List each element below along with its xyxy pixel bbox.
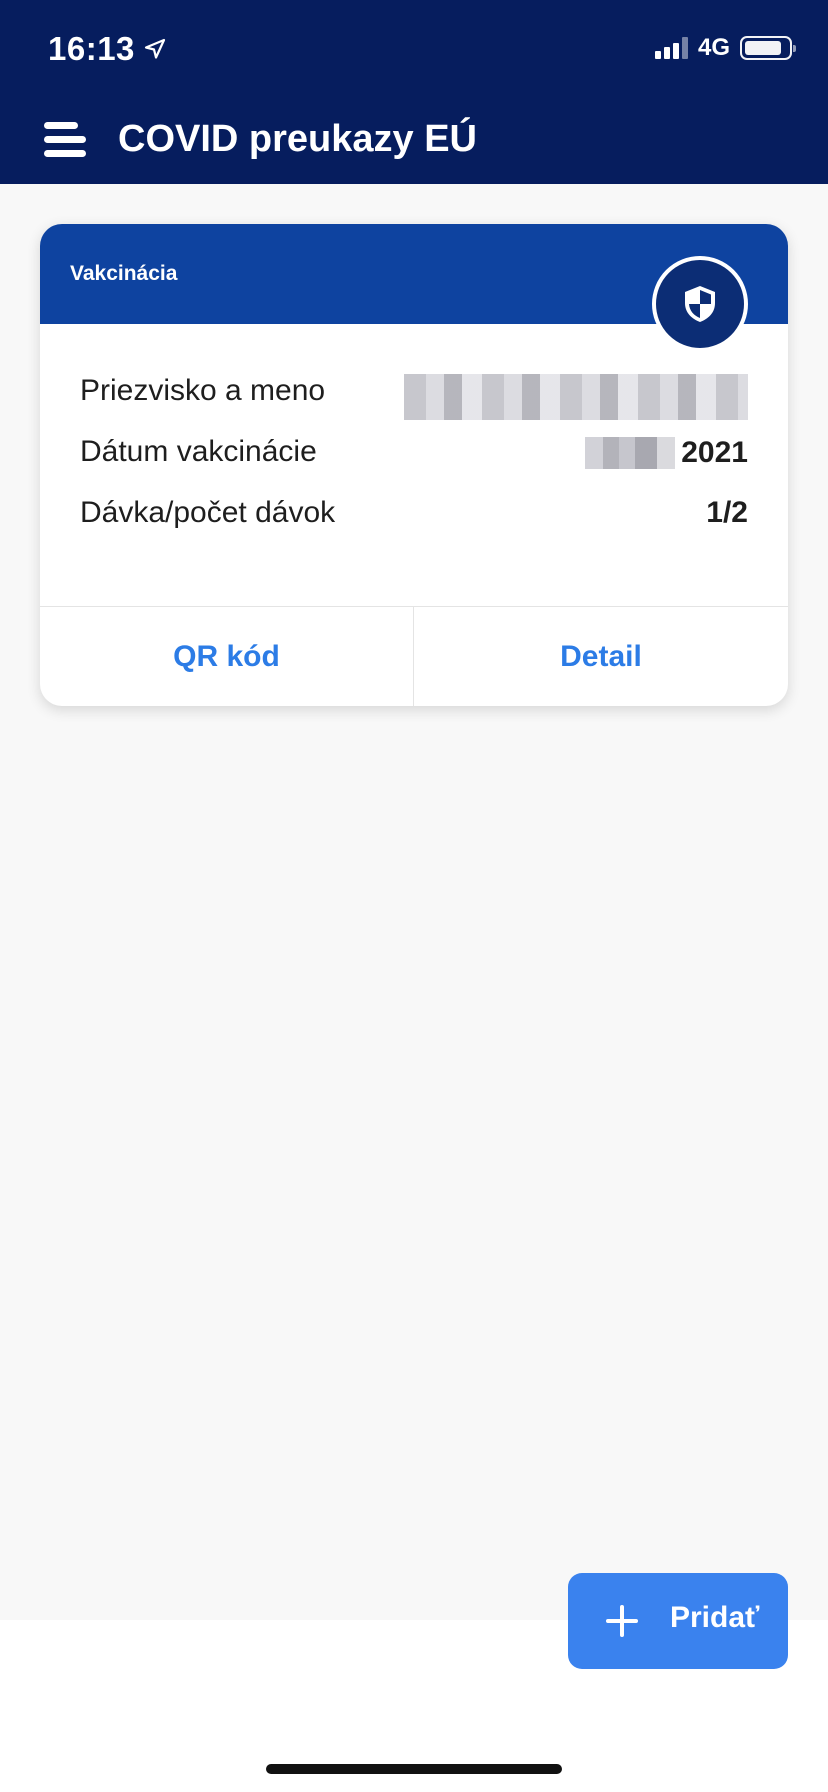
name-label: Priezvisko a meno [80, 374, 326, 407]
shield-icon [652, 256, 748, 352]
detail-button[interactable]: Detail [414, 607, 788, 706]
date-year: 2021 [681, 436, 748, 469]
dose-value: 1/2 [706, 496, 748, 529]
detail-row-name: Priezvisko a meno [80, 374, 748, 435]
redacted-name [404, 374, 748, 420]
date-value: 2021 [585, 435, 748, 471]
certificate-card[interactable]: Vakcinácia Priezvisko a meno Dátum vakci… [40, 224, 788, 706]
app-header: COVID preukazy EÚ [0, 96, 828, 184]
certificate-details: Priezvisko a meno Dátum vakcinácie 2021 … [80, 374, 748, 557]
hamburger-menu-icon[interactable] [44, 122, 86, 158]
status-bar: 16:13 4G [0, 0, 828, 96]
cellular-signal-icon [654, 37, 688, 59]
network-type: 4G [697, 34, 730, 61]
detail-row-date: Dátum vakcinácie 2021 [80, 435, 748, 496]
top-bar: 16:13 4G COVID preukazy EÚ [0, 0, 828, 184]
battery-icon [740, 36, 796, 60]
location-arrow-icon [144, 38, 166, 59]
qr-code-button[interactable]: QR kód [40, 607, 413, 706]
status-time: 16:13 [48, 30, 135, 67]
add-certificate-button[interactable]: Pridať [568, 1573, 788, 1669]
detail-row-dose: Dávka/počet dávok 1/2 [80, 496, 748, 557]
home-indicator[interactable] [266, 1764, 562, 1774]
dose-label: Dávka/počet dávok [80, 496, 336, 529]
plus-icon [604, 1603, 640, 1639]
page-title: COVID preukazy EÚ [118, 118, 477, 160]
status-indicators: 4G [654, 34, 796, 62]
add-button-label: Pridať [670, 1601, 760, 1634]
certificate-type-label: Vakcinácia [70, 262, 178, 285]
redacted-date [585, 437, 676, 469]
status-time-group: 16:13 [48, 30, 167, 68]
date-label: Dátum vakcinácie [80, 435, 317, 468]
